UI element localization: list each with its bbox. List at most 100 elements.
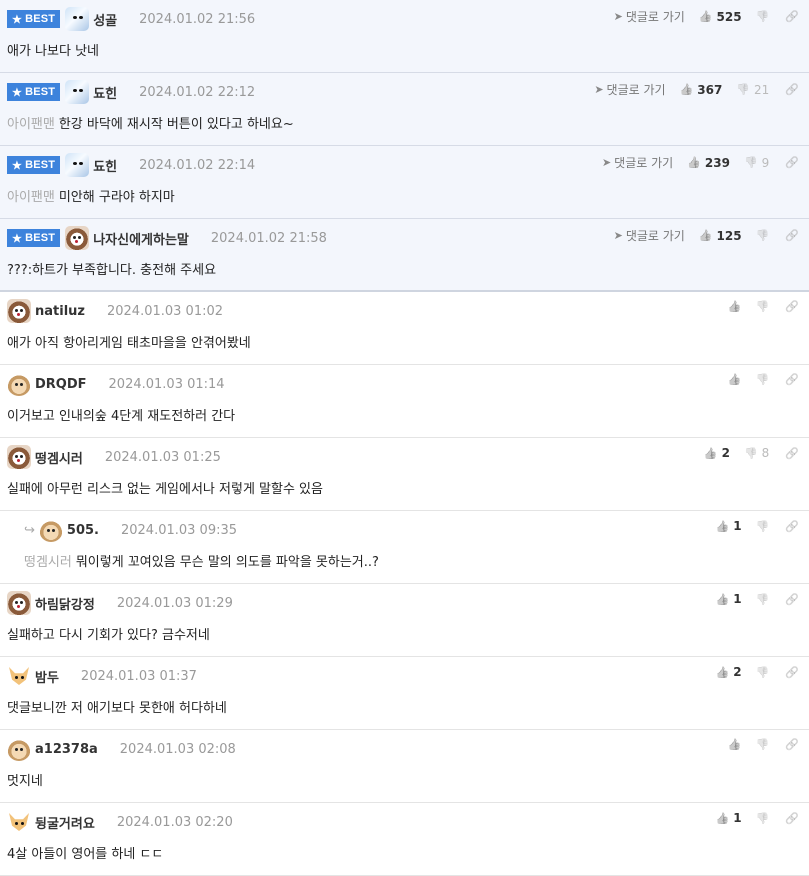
thumbs-down-icon: 👎 [755,811,770,825]
avatar[interactable] [7,591,31,615]
dislike-button[interactable]: 👎 [756,666,770,679]
mention-name[interactable]: 떵겜시러 [24,555,72,570]
nickname[interactable]: natiluz [35,304,85,319]
avatar[interactable] [38,518,63,542]
thumbs-up-icon: 👍 [679,83,694,96]
nickname[interactable]: 나자신에게하는말 [93,229,189,248]
thumbs-down-icon: 👎 [755,373,770,386]
dislike-button[interactable]: 👎 8 [744,446,769,460]
comment-header: ★ BEST 성골 2024.01.02 21:56 [7,6,255,32]
like-button[interactable]: 👍 125 [699,229,742,243]
mention-name[interactable]: 아이팬맨 [7,190,55,205]
link-icon[interactable]: 🔗 [785,373,799,386]
dislike-button[interactable]: 👎 [756,520,770,533]
best-label: BEST [25,86,56,98]
dislike-count: 9 [761,155,770,170]
thumbs-up-icon: 👍 [715,811,730,825]
avatar[interactable] [7,372,31,396]
nickname[interactable]: 밤두 [35,667,59,686]
avatar[interactable] [7,810,31,834]
comment-date: 2024.01.02 21:56 [139,11,256,27]
goto-comment-link[interactable]: ➤ 댓글로 가기 [614,227,685,244]
dislike-count: 21 [754,82,770,97]
comment-header: ↪ 505. 2024.01.03 09:35 [24,517,237,543]
like-count: 2 [721,446,730,460]
like-button[interactable]: 👍 1 [716,519,742,533]
comment-text: 떵겜시러 뭐이렇게 꼬여있음 무슨 말의 의도를 파악을 못하는거..? [24,551,379,570]
goto-comment-link[interactable]: ➤ 댓글로 가기 [594,81,665,98]
comment-text: 애가 아직 항아리게임 태초마을을 안겪어봤네 [7,332,251,351]
comment-header: 하림닭강정 2024.01.03 01:29 [7,590,233,616]
like-button[interactable]: 👍 [728,373,742,386]
like-button[interactable]: 👍 1 [716,592,742,606]
link-icon[interactable]: 🔗 [785,520,799,533]
like-button[interactable]: 👍 367 [680,83,723,97]
comment-text: 아이팬맨 미안해 구라야 하지마 [7,186,175,205]
link-icon[interactable]: 🔗 [785,10,799,23]
link-icon[interactable]: 🔗 [785,738,799,751]
nickname[interactable]: 505. [67,523,99,538]
goto-comment-link[interactable]: ➤ 댓글로 가기 [602,154,673,171]
comment-date: 2024.01.03 02:20 [116,814,233,830]
dislike-button[interactable]: 👎 [756,10,770,23]
comment-date: 2024.01.03 01:14 [108,376,225,392]
comment-date: 2024.01.03 01:37 [80,668,197,684]
nickname[interactable]: DRQDF [35,377,87,392]
dislike-button[interactable]: 👎 21 [736,83,769,97]
nickname[interactable]: 뒹굴거려요 [35,813,95,832]
avatar[interactable] [65,153,90,177]
thumbs-up-icon: 👍 [715,519,730,533]
like-button[interactable]: 👍 [728,738,742,751]
dislike-button[interactable]: 👎 [756,300,770,313]
link-icon[interactable]: 🔗 [785,229,799,242]
avatar[interactable] [7,299,31,323]
link-icon[interactable]: 🔗 [785,83,799,96]
link-icon[interactable]: 🔗 [785,593,799,606]
comment-actions: ➤ 댓글로 가기 👍 367 👎 21 🔗 [594,81,799,98]
dislike-button[interactable]: 👎 [756,738,770,751]
dislike-button[interactable]: 👎 [756,812,770,825]
nickname[interactable]: 하림닭강정 [35,594,95,613]
link-icon[interactable]: 🔗 [785,666,799,679]
avatar[interactable] [7,737,31,761]
avatar[interactable] [7,445,31,469]
nickname[interactable]: 됴힌 [93,83,117,102]
like-button[interactable]: 👍 [728,300,742,313]
comment-actions: 👍 👎 🔗 [728,373,799,386]
nickname[interactable]: 성골 [93,10,117,29]
goto-comment-link[interactable]: ➤ 댓글로 가기 [614,8,685,25]
dislike-button[interactable]: 👎 [756,373,770,386]
dislike-button[interactable]: 👎 [756,229,770,242]
nickname[interactable]: 됴힌 [93,156,117,175]
comment-text: 4살 아들이 영어를 하네 ㄷㄷ [7,843,163,862]
comment-header: natiluz 2024.01.03 01:02 [7,298,223,324]
like-button[interactable]: 👍 2 [716,665,742,679]
send-arrow-icon: ➤ [601,156,612,169]
comment-date: 2024.01.03 01:02 [106,303,224,319]
comment-actions: ➤ 댓글로 가기 👍 125 👎 🔗 [614,227,799,244]
avatar[interactable] [65,80,90,104]
link-icon[interactable]: 🔗 [785,447,799,460]
like-button[interactable]: 👍 525 [699,10,742,24]
nickname[interactable]: 떵겜시러 [35,448,83,467]
avatar[interactable] [65,7,90,31]
link-icon[interactable]: 🔗 [785,156,799,169]
dislike-button[interactable]: 👎 [756,593,770,606]
comment-body: 애가 아직 항아리게임 태초마을을 안겪어봤네 [7,336,251,351]
thumbs-up-icon: 👍 [703,446,718,460]
comment-actions: 👍 1 👎 🔗 [716,519,799,533]
nickname[interactable]: a12378a [35,742,98,757]
comment-body: 멋지네 [7,774,43,789]
dislike-button[interactable]: 👎 9 [744,156,769,170]
avatar[interactable] [65,226,90,250]
mention-name[interactable]: 아이팬맨 [7,117,55,132]
like-button[interactable]: 👍 1 [716,811,742,825]
send-arrow-icon: ➤ [613,10,623,23]
link-icon[interactable]: 🔗 [785,812,799,825]
comment-body: 댓글보니깐 저 애기보다 못한애 허다하네 [7,701,227,716]
like-button[interactable]: 👍 239 [687,156,730,170]
link-icon[interactable]: 🔗 [785,300,799,313]
thumbs-down-icon: 👎 [743,156,758,169]
like-button[interactable]: 👍 2 [704,446,730,460]
avatar[interactable] [7,664,31,688]
